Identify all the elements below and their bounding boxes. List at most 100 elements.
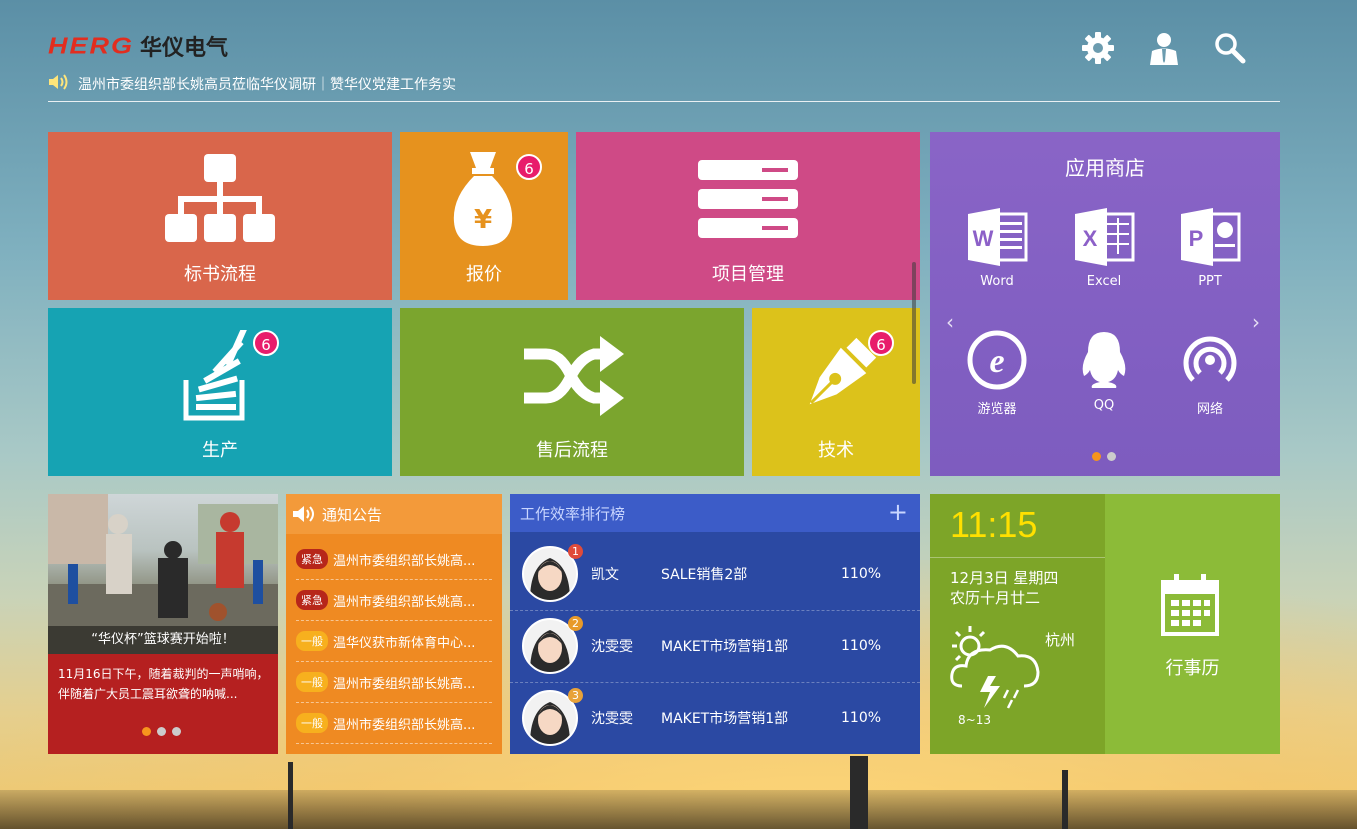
app-label: Word bbox=[980, 274, 1014, 289]
logo-english: HERG bbox=[48, 32, 135, 59]
efficiency-percent: 110% bbox=[841, 710, 882, 726]
news-summary: 11月16日下午，随着裁判的一声哨响，伴随着广大员工震耳欲聋的呐喊... bbox=[58, 667, 269, 701]
server-list-icon bbox=[698, 160, 798, 238]
weather-thunderstorm-icon bbox=[950, 626, 1040, 709]
rank-number: 2 bbox=[568, 616, 583, 631]
calendar-weather-panel: 11:15 12月3日 星期四 农历十月廿二 杭州 8~13 行事历 bbox=[930, 494, 1280, 754]
carousel-dot[interactable] bbox=[1092, 452, 1101, 461]
employee-name: 凯文 bbox=[591, 567, 619, 583]
chevron-left-icon[interactable]: ‹ bbox=[946, 310, 954, 334]
notification-badge: 6 bbox=[253, 330, 279, 356]
tile-calendar[interactable]: 行事历 bbox=[1105, 494, 1280, 754]
org-chart-icon bbox=[165, 154, 275, 242]
svg-text:P: P bbox=[1189, 226, 1204, 251]
user-icon[interactable] bbox=[1146, 30, 1182, 66]
app-excel[interactable]: X Excel bbox=[1054, 208, 1154, 289]
svg-text:e: e bbox=[989, 343, 1004, 380]
ranking-header: 工作效率排行榜 + bbox=[510, 494, 920, 532]
news-text: 温州市委组织部长姚高员莅临华仪调研｜赞华仪党建工作务实 bbox=[78, 77, 456, 93]
tile-aftersales-process[interactable]: 售后流程 bbox=[400, 308, 744, 476]
date-solar: 12月3日 星期四 bbox=[950, 569, 1059, 587]
normal-tag: 一般 bbox=[296, 672, 328, 692]
tile-project-management[interactable]: 项目管理 bbox=[576, 132, 920, 300]
notice-text: 温州市委组织部长姚高... bbox=[333, 717, 476, 733]
tile-label: 售后流程 bbox=[536, 440, 608, 461]
efficiency-ranking-panel: 工作效率排行榜 + 1 凯文 SALE销售2部 110% 2 沈雯雯 MAKET… bbox=[510, 494, 920, 754]
urgent-tag: 紧急 bbox=[296, 590, 328, 610]
tile-label: 技术 bbox=[818, 440, 854, 461]
word-icon: W bbox=[968, 208, 1028, 266]
efficiency-percent: 110% bbox=[841, 638, 882, 654]
carousel-dot[interactable] bbox=[172, 727, 181, 736]
tile-bid-process[interactable]: 标书流程 bbox=[48, 132, 392, 300]
chevron-right-icon[interactable]: › bbox=[1252, 310, 1260, 334]
employee-name: 沈雯雯 bbox=[591, 639, 633, 655]
logo-chinese: 华仪电气 bbox=[140, 36, 229, 61]
calendar-label: 行事历 bbox=[1165, 658, 1220, 679]
stack-icon bbox=[183, 330, 247, 421]
notice-item[interactable]: 紧急 温州市委组织部长姚高... bbox=[296, 539, 492, 580]
turbine-tower bbox=[850, 756, 868, 829]
search-icon[interactable] bbox=[1212, 30, 1248, 66]
app-label: QQ bbox=[1093, 398, 1115, 413]
app-ppt[interactable]: P PPT bbox=[1160, 208, 1260, 289]
app-qq[interactable]: QQ bbox=[1054, 330, 1154, 413]
date-text: 12月3日 星期四 农历十月廿二 bbox=[950, 568, 1058, 608]
turbine-tower bbox=[1062, 770, 1068, 829]
network-icon bbox=[1183, 336, 1237, 382]
news-ticker[interactable]: 温州市委组织部长姚高员莅临华仪调研｜赞华仪党建工作务实 bbox=[48, 73, 456, 95]
notice-item[interactable]: 一般 温华仪获市新体育中心... bbox=[296, 621, 492, 662]
tile-label: 项目管理 bbox=[712, 264, 784, 285]
app-word[interactable]: W Word bbox=[947, 208, 1047, 289]
add-button[interactable]: + bbox=[888, 498, 908, 526]
tile-technology[interactable]: 6 技术 bbox=[752, 308, 920, 476]
city-name: 杭州 bbox=[1045, 631, 1076, 649]
tile-label: 报价 bbox=[466, 264, 502, 285]
ranking-row[interactable]: 1 凯文 SALE销售2部 110% bbox=[510, 538, 920, 611]
news-caption: “华仪杯”篮球赛开始啦！ bbox=[48, 626, 278, 654]
turbine-tower bbox=[288, 762, 293, 829]
app-label: PPT bbox=[1198, 274, 1222, 289]
news-card[interactable]: “华仪杯”篮球赛开始啦！ 11月16日下午，随着裁判的一声哨响，伴随着广大员工震… bbox=[48, 494, 278, 754]
temperature-range: 8~13 bbox=[958, 713, 991, 727]
app-browser[interactable]: e 游览器 bbox=[947, 330, 1047, 417]
speaker-icon bbox=[293, 506, 314, 522]
efficiency-percent: 110% bbox=[841, 566, 882, 582]
normal-tag: 一般 bbox=[296, 713, 328, 733]
tile-production[interactable]: 6 生产 bbox=[48, 308, 392, 476]
money-bag-icon: ¥ bbox=[453, 152, 513, 246]
excel-icon: X bbox=[1075, 208, 1135, 266]
clock-weather: 11:15 12月3日 星期四 农历十月廿二 杭州 8~13 bbox=[930, 494, 1105, 754]
date-lunar: 农历十月廿二 bbox=[950, 589, 1041, 607]
notice-item[interactable]: 一般 温州市委组织部长姚高... bbox=[296, 703, 492, 744]
header-divider bbox=[48, 101, 1280, 102]
notice-title: 通知公告 bbox=[322, 505, 383, 524]
app-label: Excel bbox=[1086, 274, 1122, 289]
svg-text:W: W bbox=[973, 226, 994, 251]
notice-text: 温州市委组织部长姚高... bbox=[333, 594, 476, 610]
background-ground bbox=[0, 790, 1357, 829]
notice-item[interactable]: 紧急 温州市委组织部长姚高... bbox=[296, 580, 492, 621]
carousel-dot[interactable] bbox=[142, 727, 151, 736]
notice-header[interactable]: 通知公告 bbox=[286, 494, 502, 534]
clock-time: 11:15 bbox=[950, 504, 1038, 545]
employee-department: MAKET市场营销1部 bbox=[661, 711, 789, 727]
tile-label: 标书流程 bbox=[184, 264, 256, 285]
qq-icon bbox=[1082, 332, 1126, 388]
app-network[interactable]: 网络 bbox=[1160, 330, 1260, 417]
scrollbar-thumb[interactable] bbox=[912, 262, 916, 384]
svg-text:¥: ¥ bbox=[474, 205, 492, 235]
gear-icon[interactable] bbox=[1080, 30, 1116, 66]
normal-tag: 一般 bbox=[296, 631, 328, 651]
carousel-dot[interactable] bbox=[157, 727, 166, 736]
calendar-icon bbox=[1161, 574, 1219, 636]
ranking-row[interactable]: 2 沈雯雯 MAKET市场营销1部 110% bbox=[510, 610, 920, 683]
notice-item[interactable]: 一般 温州市委组织部长姚高... bbox=[296, 662, 492, 703]
ranking-row[interactable]: 3 沈雯雯 MAKET市场营销1部 110% bbox=[510, 682, 920, 754]
carousel-dot[interactable] bbox=[1107, 452, 1116, 461]
company-logo[interactable]: HERG 华仪电气 bbox=[48, 32, 229, 61]
employee-department: MAKET市场营销1部 bbox=[661, 639, 789, 655]
tile-quote[interactable]: ¥ 6 报价 bbox=[400, 132, 568, 300]
app-label: 网络 bbox=[1196, 402, 1223, 417]
app-store-title: 应用商店 bbox=[1065, 156, 1145, 180]
